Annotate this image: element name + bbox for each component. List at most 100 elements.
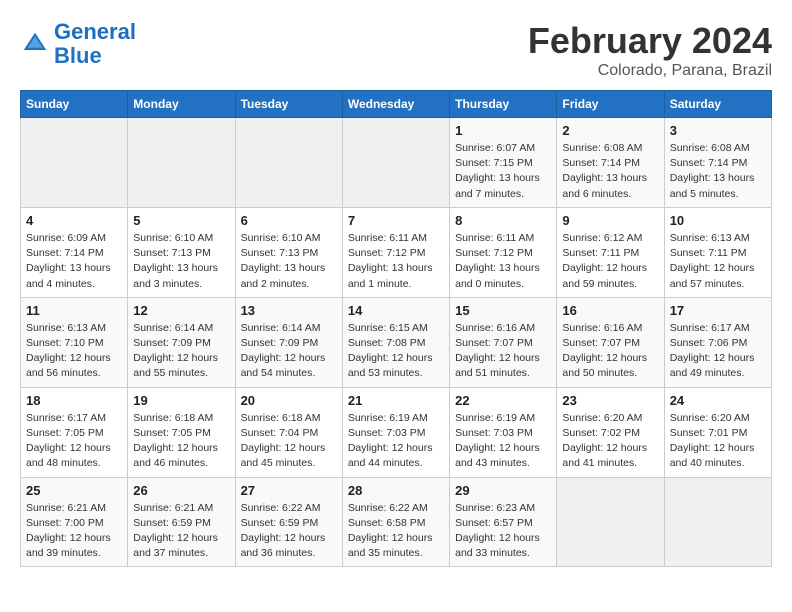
day-detail: Sunrise: 6:14 AM Sunset: 7:09 PM Dayligh… <box>241 321 337 382</box>
day-detail: Sunrise: 6:19 AM Sunset: 7:03 PM Dayligh… <box>455 411 551 472</box>
day-detail: Sunrise: 6:20 AM Sunset: 7:02 PM Dayligh… <box>562 411 658 472</box>
calendar-cell: 28Sunrise: 6:22 AM Sunset: 6:58 PM Dayli… <box>342 477 449 567</box>
day-detail: Sunrise: 6:17 AM Sunset: 7:06 PM Dayligh… <box>670 321 766 382</box>
day-detail: Sunrise: 6:08 AM Sunset: 7:14 PM Dayligh… <box>562 141 658 202</box>
calendar-cell: 9Sunrise: 6:12 AM Sunset: 7:11 PM Daylig… <box>557 207 664 297</box>
calendar-cell <box>342 118 449 208</box>
calendar-cell: 8 Sunrise: 6:11 AM Sunset: 7:12 PM Daylig… <box>450 207 557 297</box>
calendar-cell: 26 Sunrise: 6:21 AM Sunset: 6:59 PM Dayli… <box>128 477 235 567</box>
calendar-cell: 1 Sunrise: 6:07 AM Sunset: 7:15 PM Daylig… <box>450 118 557 208</box>
day-number: 20 <box>241 393 337 408</box>
day-number: 11 <box>26 303 122 318</box>
column-header-tuesday: Tuesday <box>235 91 342 118</box>
column-header-saturday: Saturday <box>664 91 771 118</box>
day-detail: Sunrise: 6:18 AM Sunset: 7:05 PM Dayligh… <box>133 411 229 472</box>
calendar-cell: 11 Sunrise: 6:13 AM Sunset: 7:10 PM Dayli… <box>21 297 128 387</box>
calendar-cell <box>128 118 235 208</box>
day-number: 14 <box>348 303 444 318</box>
column-header-monday: Monday <box>128 91 235 118</box>
column-header-thursday: Thursday <box>450 91 557 118</box>
day-detail: Sunrise: 6:11 AM Sunset: 7:12 PM Dayligh… <box>455 231 551 292</box>
day-detail: Sunrise: 6:23 AM Sunset: 6:57 PM Dayligh… <box>455 501 551 562</box>
calendar-cell: 5Sunrise: 6:10 AM Sunset: 7:13 PM Daylig… <box>128 207 235 297</box>
calendar-table: SundayMondayTuesdayWednesdayThursdayFrid… <box>20 90 772 567</box>
day-detail: Sunrise: 6:16 AM Sunset: 7:07 PM Dayligh… <box>455 321 551 382</box>
day-number: 27 <box>241 483 337 498</box>
day-detail: Sunrise: 6:10 AM Sunset: 7:13 PM Dayligh… <box>133 231 229 292</box>
day-detail: Sunrise: 6:10 AM Sunset: 7:13 PM Dayligh… <box>241 231 337 292</box>
calendar-cell: 2 Sunrise: 6:08 AM Sunset: 7:14 PM Daylig… <box>557 118 664 208</box>
column-header-wednesday: Wednesday <box>342 91 449 118</box>
day-detail: Sunrise: 6:21 AM Sunset: 7:00 PM Dayligh… <box>26 501 122 562</box>
day-detail: Sunrise: 6:15 AM Sunset: 7:08 PM Dayligh… <box>348 321 444 382</box>
day-number: 8 <box>455 213 551 228</box>
calendar-cell: 13 Sunrise: 6:14 AM Sunset: 7:09 PM Dayli… <box>235 297 342 387</box>
logo-icon <box>20 29 50 59</box>
day-detail: Sunrise: 6:13 AM Sunset: 7:10 PM Dayligh… <box>26 321 122 382</box>
calendar-cell: 20 Sunrise: 6:18 AM Sunset: 7:04 PM Dayli… <box>235 387 342 477</box>
day-detail: Sunrise: 6:19 AM Sunset: 7:03 PM Dayligh… <box>348 411 444 472</box>
day-detail: Sunrise: 6:16 AM Sunset: 7:07 PM Dayligh… <box>562 321 658 382</box>
day-number: 26 <box>133 483 229 498</box>
day-number: 25 <box>26 483 122 498</box>
day-number: 29 <box>455 483 551 498</box>
calendar-cell: 24 Sunrise: 6:20 AM Sunset: 7:01 PM Dayli… <box>664 387 771 477</box>
day-number: 1 <box>455 123 551 138</box>
day-number: 21 <box>348 393 444 408</box>
calendar-cell: 21 Sunrise: 6:19 AM Sunset: 7:03 PM Dayli… <box>342 387 449 477</box>
day-number: 23 <box>562 393 658 408</box>
day-number: 19 <box>133 393 229 408</box>
day-detail: Sunrise: 6:11 AM Sunset: 7:12 PM Dayligh… <box>348 231 444 292</box>
calendar-cell: 25 Sunrise: 6:21 AM Sunset: 7:00 PM Dayli… <box>21 477 128 567</box>
calendar-cell: 19 Sunrise: 6:18 AM Sunset: 7:05 PM Dayli… <box>128 387 235 477</box>
column-header-friday: Friday <box>557 91 664 118</box>
day-detail: Sunrise: 6:17 AM Sunset: 7:05 PM Dayligh… <box>26 411 122 472</box>
calendar-cell: 10Sunrise: 6:13 AM Sunset: 7:11 PM Dayli… <box>664 207 771 297</box>
title-area: February 2024 Colorado, Parana, Brazil <box>528 20 772 80</box>
calendar-cell <box>664 477 771 567</box>
day-detail: Sunrise: 6:21 AM Sunset: 6:59 PM Dayligh… <box>133 501 229 562</box>
header: General Blue February 2024 Colorado, Par… <box>20 20 772 80</box>
day-number: 16 <box>562 303 658 318</box>
calendar-cell: 15 Sunrise: 6:16 AM Sunset: 7:07 PM Dayli… <box>450 297 557 387</box>
day-detail: Sunrise: 6:18 AM Sunset: 7:04 PM Dayligh… <box>241 411 337 472</box>
day-number: 6 <box>241 213 337 228</box>
week-row-2: 4 Sunrise: 6:09 AM Sunset: 7:14 PM Daylig… <box>21 207 772 297</box>
calendar-cell: 3Sunrise: 6:08 AM Sunset: 7:14 PM Daylig… <box>664 118 771 208</box>
day-number: 13 <box>241 303 337 318</box>
day-number: 9 <box>562 213 658 228</box>
week-row-1: 1 Sunrise: 6:07 AM Sunset: 7:15 PM Daylig… <box>21 118 772 208</box>
week-row-4: 18 Sunrise: 6:17 AM Sunset: 7:05 PM Dayli… <box>21 387 772 477</box>
day-number: 22 <box>455 393 551 408</box>
header-row: SundayMondayTuesdayWednesdayThursdayFrid… <box>21 91 772 118</box>
day-number: 28 <box>348 483 444 498</box>
day-detail: Sunrise: 6:20 AM Sunset: 7:01 PM Dayligh… <box>670 411 766 472</box>
page-subtitle: Colorado, Parana, Brazil <box>528 62 772 80</box>
day-number: 17 <box>670 303 766 318</box>
calendar-cell: 7 Sunrise: 6:11 AM Sunset: 7:12 PM Daylig… <box>342 207 449 297</box>
calendar-cell: 22 Sunrise: 6:19 AM Sunset: 7:03 PM Dayli… <box>450 387 557 477</box>
day-detail: Sunrise: 6:09 AM Sunset: 7:14 PM Dayligh… <box>26 231 122 292</box>
calendar-cell: 27 Sunrise: 6:22 AM Sunset: 6:59 PM Dayli… <box>235 477 342 567</box>
week-row-5: 25 Sunrise: 6:21 AM Sunset: 7:00 PM Dayli… <box>21 477 772 567</box>
day-detail: Sunrise: 6:14 AM Sunset: 7:09 PM Dayligh… <box>133 321 229 382</box>
calendar-cell <box>557 477 664 567</box>
calendar-cell: 16 Sunrise: 6:16 AM Sunset: 7:07 PM Dayli… <box>557 297 664 387</box>
day-number: 3 <box>670 123 766 138</box>
day-number: 15 <box>455 303 551 318</box>
logo: General Blue <box>20 20 136 68</box>
calendar-cell <box>235 118 342 208</box>
logo-text: General Blue <box>54 20 136 68</box>
calendar-cell: 23 Sunrise: 6:20 AM Sunset: 7:02 PM Dayli… <box>557 387 664 477</box>
day-number: 7 <box>348 213 444 228</box>
day-detail: Sunrise: 6:22 AM Sunset: 6:59 PM Dayligh… <box>241 501 337 562</box>
day-number: 18 <box>26 393 122 408</box>
day-number: 24 <box>670 393 766 408</box>
day-number: 2 <box>562 123 658 138</box>
calendar-cell: 6 Sunrise: 6:10 AM Sunset: 7:13 PM Daylig… <box>235 207 342 297</box>
calendar-cell: 12Sunrise: 6:14 AM Sunset: 7:09 PM Dayli… <box>128 297 235 387</box>
day-number: 4 <box>26 213 122 228</box>
calendar-cell: 18 Sunrise: 6:17 AM Sunset: 7:05 PM Dayli… <box>21 387 128 477</box>
calendar-cell <box>21 118 128 208</box>
day-detail: Sunrise: 6:07 AM Sunset: 7:15 PM Dayligh… <box>455 141 551 202</box>
